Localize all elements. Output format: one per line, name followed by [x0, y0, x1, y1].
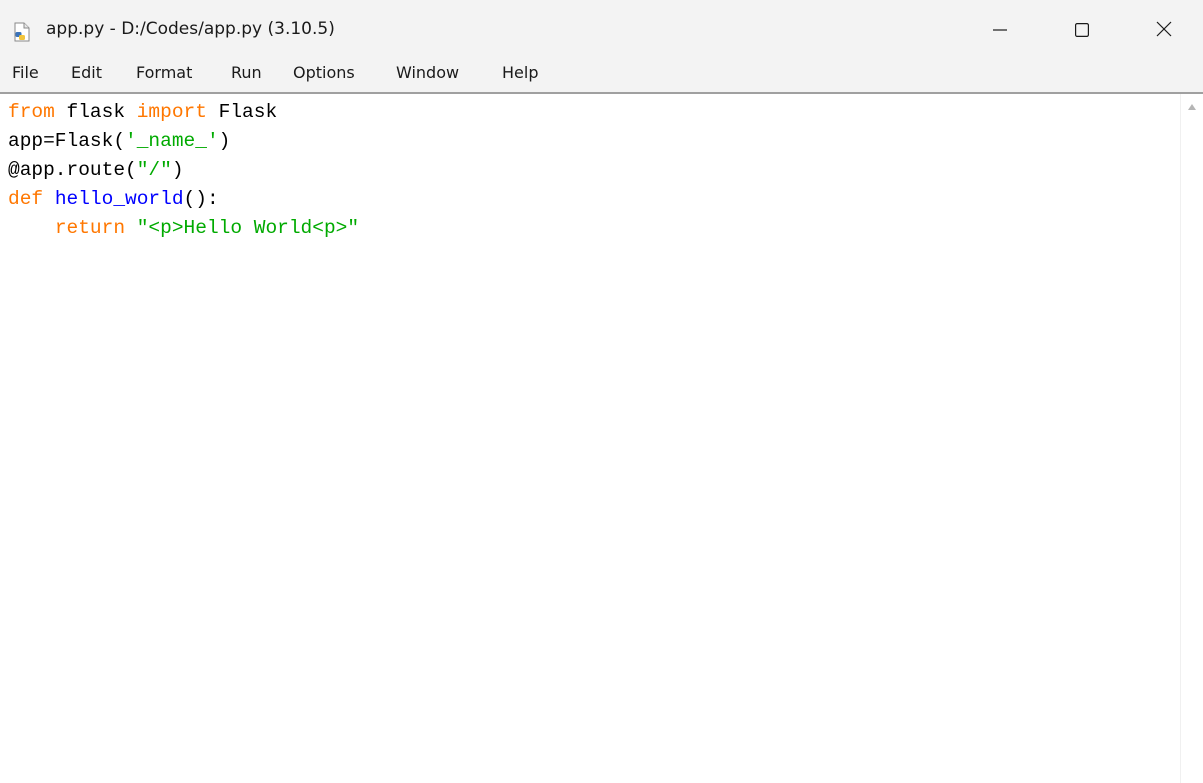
- close-button[interactable]: [1141, 8, 1187, 54]
- menu-run[interactable]: Run: [231, 63, 262, 82]
- maximize-button[interactable]: [1059, 8, 1105, 54]
- code-line-3: @app.route("/"): [8, 156, 359, 185]
- code-token: '_name_': [125, 130, 219, 152]
- code-token: ():: [183, 188, 219, 210]
- code-token: hello_world: [54, 188, 184, 210]
- vertical-scrollbar[interactable]: [1180, 94, 1203, 783]
- code-line-2: app=Flask('_name_'): [8, 127, 359, 156]
- code-token: @app.route(: [8, 159, 137, 181]
- title-bar[interactable]: app.py - D:/Codes/app.py (3.10.5): [0, 0, 1203, 58]
- code-token: def: [8, 188, 44, 210]
- code-token: return: [54, 217, 126, 239]
- menu-help[interactable]: Help: [502, 63, 538, 82]
- code-token: app=Flask(: [8, 130, 126, 152]
- window-title: app.py - D:/Codes/app.py (3.10.5): [46, 19, 335, 39]
- python-file-icon: [12, 22, 32, 42]
- menu-format[interactable]: Format: [136, 63, 192, 82]
- menu-edit[interactable]: Edit: [71, 63, 102, 82]
- code-token: ): [171, 159, 184, 181]
- close-icon: [1156, 21, 1172, 41]
- code-token: import: [136, 101, 207, 123]
- scroll-up-arrow-icon[interactable]: [1188, 104, 1196, 110]
- code-token: Flask: [206, 101, 278, 123]
- menu-file[interactable]: File: [12, 63, 39, 82]
- code-token: "/": [136, 159, 172, 181]
- code-line-4: def hello_world():: [8, 185, 359, 214]
- minimize-button[interactable]: [977, 8, 1023, 54]
- code-editor[interactable]: from flask import Flask app=Flask('_name_…: [0, 94, 1180, 783]
- menu-options[interactable]: Options: [293, 63, 355, 82]
- maximize-icon: [1075, 22, 1090, 41]
- minimize-icon: [993, 22, 1007, 41]
- code-token: flask: [54, 101, 137, 123]
- menu-window[interactable]: Window: [396, 63, 459, 82]
- code-token: ): [218, 130, 231, 152]
- code-line-5: return "<p>Hello World<p>": [8, 214, 359, 243]
- code-token: "<p>Hello World<p>": [136, 217, 360, 239]
- code-token: from: [8, 101, 55, 123]
- code-text[interactable]: from flask import Flask app=Flask('_name_…: [8, 98, 359, 243]
- menu-bar: File Edit Format Run Options Window Help: [0, 58, 1203, 92]
- idle-editor-window: app.py - D:/Codes/app.py (3.10.5) File E…: [0, 0, 1203, 783]
- code-line-1: from flask import Flask: [8, 98, 359, 127]
